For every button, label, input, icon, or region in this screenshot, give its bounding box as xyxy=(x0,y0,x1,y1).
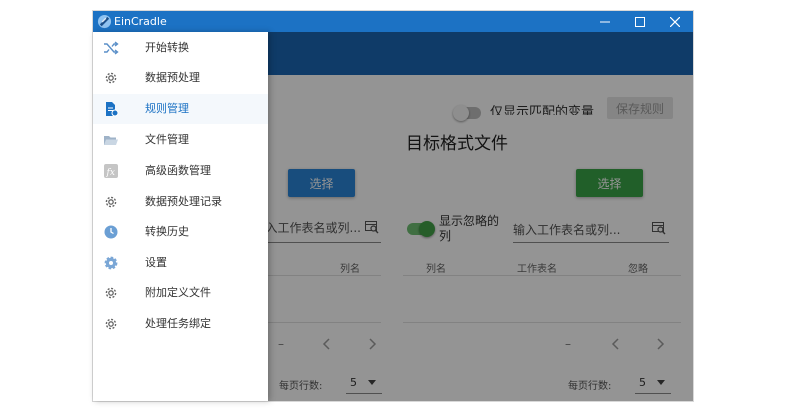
nav-label: 处理任务绑定 xyxy=(145,317,211,330)
function-icon: fx xyxy=(104,164,118,178)
app-logo-icon xyxy=(97,14,112,29)
rule-document-icon xyxy=(106,102,119,117)
nav-item-rule-management[interactable]: 规则管理 xyxy=(93,94,268,124)
nav-item-data-preprocessing[interactable]: 数据预处理 xyxy=(93,63,268,93)
svg-text:fx: fx xyxy=(106,168,115,178)
gear-icon xyxy=(105,318,117,330)
nav-item-start-conversion[interactable]: 开始转换 xyxy=(93,33,268,63)
nav-label: 开始转换 xyxy=(145,41,189,54)
minimize-button[interactable] xyxy=(590,11,620,32)
gear-icon xyxy=(105,287,117,299)
settings-icon xyxy=(104,256,118,270)
nav-item-file-management[interactable]: 文件管理 xyxy=(93,125,268,155)
close-button[interactable] xyxy=(660,11,690,32)
nav-label: 附加定义文件 xyxy=(145,286,211,299)
maximize-icon xyxy=(635,16,645,27)
nav-item-task-binding[interactable]: 处理任务绑定 xyxy=(93,309,268,339)
window-title: EinCradle xyxy=(114,15,167,28)
maximize-button[interactable] xyxy=(625,11,655,32)
navigation-drawer: 开始转换 数据预处理 规则管理 文件管理 fx 高级函数管理 数据预处理记录 转… xyxy=(93,32,268,401)
nav-item-advanced-functions[interactable]: fx 高级函数管理 xyxy=(93,156,268,186)
nav-item-conversion-history[interactable]: 转换历史 xyxy=(93,217,268,247)
gear-icon xyxy=(105,72,117,84)
nav-item-additional-definition-files[interactable]: 附加定义文件 xyxy=(93,278,268,308)
title-bar: EinCradle xyxy=(93,11,693,32)
nav-label: 数据预处理 xyxy=(145,71,200,84)
close-icon xyxy=(670,16,680,27)
folder-open-icon xyxy=(104,136,118,145)
nav-label: 文件管理 xyxy=(145,133,189,146)
gear-icon xyxy=(105,196,117,208)
nav-label: 高级函数管理 xyxy=(145,164,211,177)
clock-icon xyxy=(104,225,118,239)
shuffle-icon xyxy=(104,41,119,55)
nav-label: 设置 xyxy=(145,256,167,269)
nav-label: 转换历史 xyxy=(145,225,189,238)
nav-label: 数据预处理记录 xyxy=(145,195,222,208)
nav-item-preprocessing-records[interactable]: 数据预处理记录 xyxy=(93,187,268,217)
nav-label: 规则管理 xyxy=(145,102,189,115)
nav-item-settings[interactable]: 设置 xyxy=(93,248,268,278)
minimize-icon xyxy=(600,21,610,22)
